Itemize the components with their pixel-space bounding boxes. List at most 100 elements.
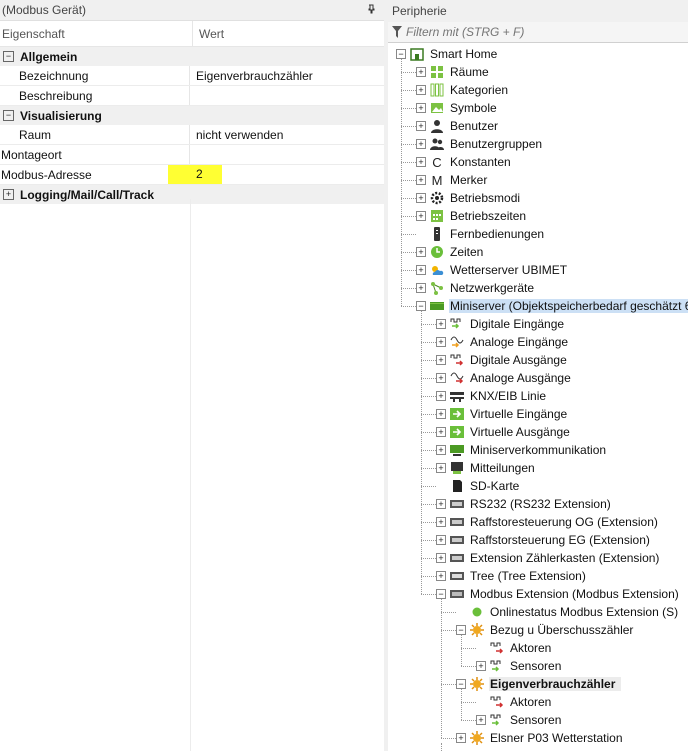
filter-input[interactable] xyxy=(406,25,666,39)
tree-node[interactable]: + Wetterserver UBIMET xyxy=(416,261,568,279)
tree-node[interactable]: + Benutzergruppen xyxy=(416,135,543,153)
tree-node[interactable]: + C Konstanten xyxy=(416,153,512,171)
expand-icon[interactable]: + xyxy=(416,85,426,95)
tree-node[interactable]: Fernbedienungen xyxy=(416,225,545,243)
tree-node[interactable]: + Digitale Eingänge xyxy=(436,315,565,333)
collapse-icon[interactable]: − xyxy=(456,679,466,689)
expand-icon[interactable]: + xyxy=(436,391,446,401)
property-category[interactable]: − Allgemein xyxy=(0,47,384,66)
tree-node[interactable]: + Virtuelle Eingänge xyxy=(436,405,568,423)
property-value[interactable]: Eigenverbrauchzähler xyxy=(190,66,313,85)
tree-node[interactable]: + Symbole xyxy=(416,99,498,117)
tree-node[interactable]: − Smart Home xyxy=(396,45,498,63)
tree-node[interactable]: + Raffstorsteuerung EG (Extension) xyxy=(436,531,651,549)
highlighted-value[interactable]: 2 xyxy=(168,165,222,184)
property-value[interactable]: 2 xyxy=(168,165,222,184)
expand-icon[interactable]: + xyxy=(416,193,426,203)
tree-node[interactable]: + Kategorien xyxy=(416,81,509,99)
tree-node[interactable]: + Sensoren xyxy=(476,657,562,675)
tree-node[interactable]: + Netzwerkgeräte xyxy=(416,279,535,297)
expand-icon[interactable]: + xyxy=(436,355,446,365)
property-value[interactable] xyxy=(190,145,196,164)
collapse-icon[interactable]: − xyxy=(436,589,446,599)
expand-icon[interactable]: + xyxy=(436,319,446,329)
tree-node[interactable]: + Miniserverkommunikation xyxy=(436,441,607,459)
tree-node[interactable]: + KNX/EIB Linie xyxy=(436,387,547,405)
property-row[interactable]: Beschreibung xyxy=(0,86,384,106)
collapse-icon[interactable]: − xyxy=(3,51,14,62)
collapse-icon[interactable]: − xyxy=(396,49,406,59)
property-value[interactable] xyxy=(190,86,196,105)
expand-icon[interactable]: + xyxy=(416,211,426,221)
pin-icon[interactable] xyxy=(366,4,376,17)
tree-node[interactable]: + Räume xyxy=(416,63,490,81)
tree-node[interactable]: + Raffstoresteuerung OG (Extension) xyxy=(436,513,659,531)
tree-node[interactable]: + Betriebsmodi xyxy=(416,189,521,207)
tree-node[interactable]: + Extension Zählerkasten (Extension) xyxy=(436,549,660,567)
tree-node[interactable]: Aktoren xyxy=(476,639,552,657)
tree-node[interactable]: + Tree (Tree Extension) xyxy=(436,567,587,585)
property-category[interactable]: − Visualisierung xyxy=(0,106,384,125)
tree-node[interactable]: + RS232 (RS232 Extension) xyxy=(436,495,612,513)
expand-icon[interactable]: + xyxy=(436,445,446,455)
collapse-icon[interactable]: − xyxy=(456,625,466,635)
collapse-icon[interactable]: − xyxy=(3,110,14,121)
expand-icon[interactable]: + xyxy=(436,553,446,563)
tree-node[interactable]: + Analoge Ausgänge xyxy=(436,369,572,387)
expand-icon[interactable]: + xyxy=(416,175,426,185)
expand-icon[interactable]: + xyxy=(476,661,486,671)
expand-icon[interactable]: + xyxy=(436,517,446,527)
miniserver-icon xyxy=(430,299,444,313)
expand-icon[interactable]: + xyxy=(436,571,446,581)
collapse-icon[interactable]: − xyxy=(416,301,426,311)
tree-node[interactable]: + Mitteilungen xyxy=(436,459,536,477)
expand-icon[interactable]: + xyxy=(416,265,426,275)
expand-icon[interactable]: + xyxy=(476,715,486,725)
property-row[interactable]: Bezeichnung Eigenverbrauchzähler xyxy=(0,66,384,86)
tree-node[interactable]: − Modbus Extension (Modbus Extension) xyxy=(436,585,680,603)
expand-icon[interactable]: + xyxy=(436,499,446,509)
expand-icon[interactable]: + xyxy=(416,157,426,167)
property-row[interactable]: Montageort xyxy=(0,145,384,165)
expand-icon[interactable]: + xyxy=(416,121,426,131)
tree-node[interactable]: + Analoge Eingänge xyxy=(436,333,569,351)
expand-icon[interactable]: + xyxy=(436,427,446,437)
expand-icon[interactable]: + xyxy=(436,463,446,473)
expand-icon[interactable]: + xyxy=(436,337,446,347)
tree-node[interactable]: Aktoren xyxy=(476,693,552,711)
expand-icon[interactable]: + xyxy=(456,733,466,743)
column-wert[interactable]: Wert xyxy=(193,27,224,41)
tree-node[interactable]: − Bezug u Überschusszähler xyxy=(456,621,634,639)
tree-node[interactable]: + Sensoren xyxy=(476,711,562,729)
expand-icon[interactable]: + xyxy=(436,535,446,545)
expand-icon[interactable]: + xyxy=(436,409,446,419)
tree-node[interactable]: + Virtuelle Ausgänge xyxy=(436,423,571,441)
property-category[interactable]: + Logging/Mail/Call/Track xyxy=(0,185,384,204)
tree-node[interactable]: + M Merker xyxy=(416,171,488,189)
tree-node[interactable]: − Miniserver (Objektspeicherbedarf geschä… xyxy=(416,297,688,315)
expand-icon[interactable]: + xyxy=(416,67,426,77)
tree-connector xyxy=(421,432,436,433)
expand-icon[interactable]: + xyxy=(3,189,14,200)
tree-node[interactable]: SD-Karte xyxy=(436,477,520,495)
tree-node[interactable]: + Betriebszeiten xyxy=(416,207,527,225)
property-value[interactable]: nicht verwenden xyxy=(190,125,283,144)
expand-icon[interactable]: + xyxy=(416,283,426,293)
tree-node[interactable]: + Zeiten xyxy=(416,243,484,261)
tree-connector xyxy=(441,612,456,613)
tree-node[interactable]: − Eigenverbrauchzähler xyxy=(456,675,622,693)
tree-node[interactable]: + Elsner P03 Wetterstation xyxy=(456,729,624,747)
property-row[interactable]: Raum nicht verwenden xyxy=(0,125,384,145)
expand-icon[interactable]: + xyxy=(416,247,426,257)
tree-node[interactable]: Onlinestatus Modbus Extension (S) xyxy=(456,603,679,621)
property-row[interactable]: Modbus-Adresse 2 xyxy=(0,165,384,185)
expand-icon[interactable]: + xyxy=(416,139,426,149)
expand-icon[interactable]: + xyxy=(436,373,446,383)
property-key: Raum xyxy=(0,125,190,144)
tree-node-label: Fernbedienungen xyxy=(450,227,545,241)
expand-icon[interactable]: + xyxy=(416,103,426,113)
tree-node[interactable]: + Benutzer xyxy=(416,117,499,135)
tree-connector xyxy=(401,234,416,235)
column-eigenschaft[interactable]: Eigenschaft xyxy=(0,21,193,46)
tree-node[interactable]: + Digitale Ausgänge xyxy=(436,351,568,369)
